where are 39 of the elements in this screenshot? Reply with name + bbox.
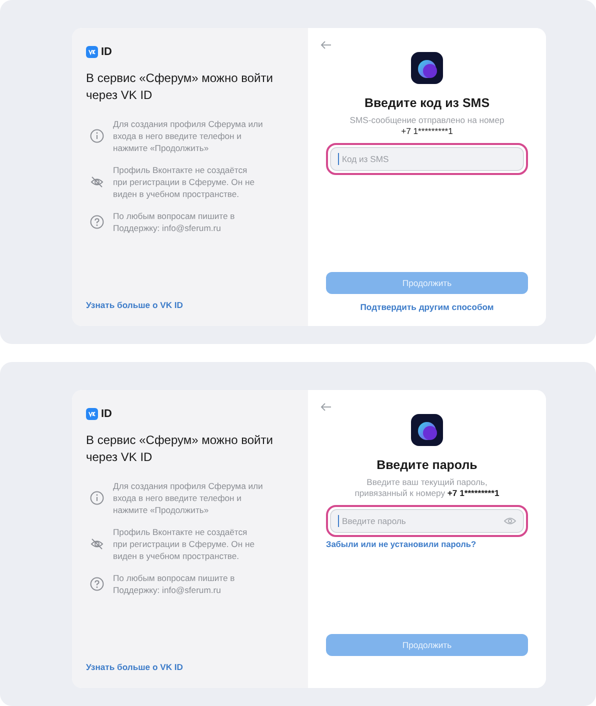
heading: В сервис «Сферум» можно войти через VK ID: [86, 70, 274, 104]
form-title: Введите пароль: [376, 458, 478, 472]
note-text: По любым вопросам пишите в Поддержку: info@sferum.ru: [113, 572, 236, 596]
info-icon: [90, 129, 104, 143]
logo-text: ID: [101, 46, 112, 58]
note-text: По любым вопросам пишите в Поддержку: info@sferum.ru: [113, 210, 236, 234]
continue-button[interactable]: Продолжить: [326, 272, 528, 294]
heading: В сервис «Сферум» можно войти через VK ID: [86, 432, 274, 466]
note-text: Профиль Вконтакте не создаётся при регистрации в Сферуме. Он не виден в учебном пространстве.: [113, 164, 256, 200]
code-field[interactable]: Код из SMS: [330, 147, 524, 171]
form-subtitle: SMS-сообщение отправлено на номер +7 1*********1: [350, 115, 504, 137]
note-text: Профиль Вконтакте не создаётся при регистрации в Сферуме. Он не виден в учебном пространстве.: [113, 526, 256, 562]
learn-more-link[interactable]: Узнать больше о VK ID: [86, 300, 294, 310]
logo-icon: [86, 408, 98, 420]
back-button[interactable]: [320, 402, 332, 412]
eye-off-icon: [90, 175, 104, 189]
help-icon: [90, 215, 104, 229]
note-text: Для создания профиля Сферума или входа в него введите телефон и нажмите «Продолжить»: [113, 480, 263, 516]
forgot-password-link[interactable]: Забыли или не установили пароль?: [326, 539, 476, 549]
eye-icon[interactable]: [504, 517, 516, 525]
help-icon: [90, 577, 104, 591]
text-cursor: [338, 515, 339, 527]
logo-icon: [86, 46, 98, 58]
info-icon: [90, 491, 104, 505]
learn-more-link[interactable]: Узнать больше о VK ID: [86, 662, 294, 672]
back-arrow-icon: [320, 40, 332, 50]
password-field[interactable]: Введите пароль: [330, 509, 524, 533]
note-text: Для создания профиля Сферума или входа в него введите телефон и нажмите «Продолжить»: [113, 118, 263, 154]
continue-button[interactable]: Продолжить: [326, 634, 528, 656]
alternative-method-link[interactable]: Подтвердить другим способом: [360, 302, 494, 312]
eye-off-icon: [90, 537, 104, 551]
app-icon: [411, 52, 443, 84]
back-arrow-icon: [320, 402, 332, 412]
app-icon: [411, 414, 443, 446]
logo-text: ID: [101, 408, 112, 420]
text-cursor: [338, 153, 339, 165]
back-button[interactable]: [320, 40, 332, 50]
form-subtitle: Введите ваш текущий пароль, привязанный к номеру +7 1*********1: [354, 477, 500, 499]
form-title: Введите код из SMS: [364, 96, 490, 110]
